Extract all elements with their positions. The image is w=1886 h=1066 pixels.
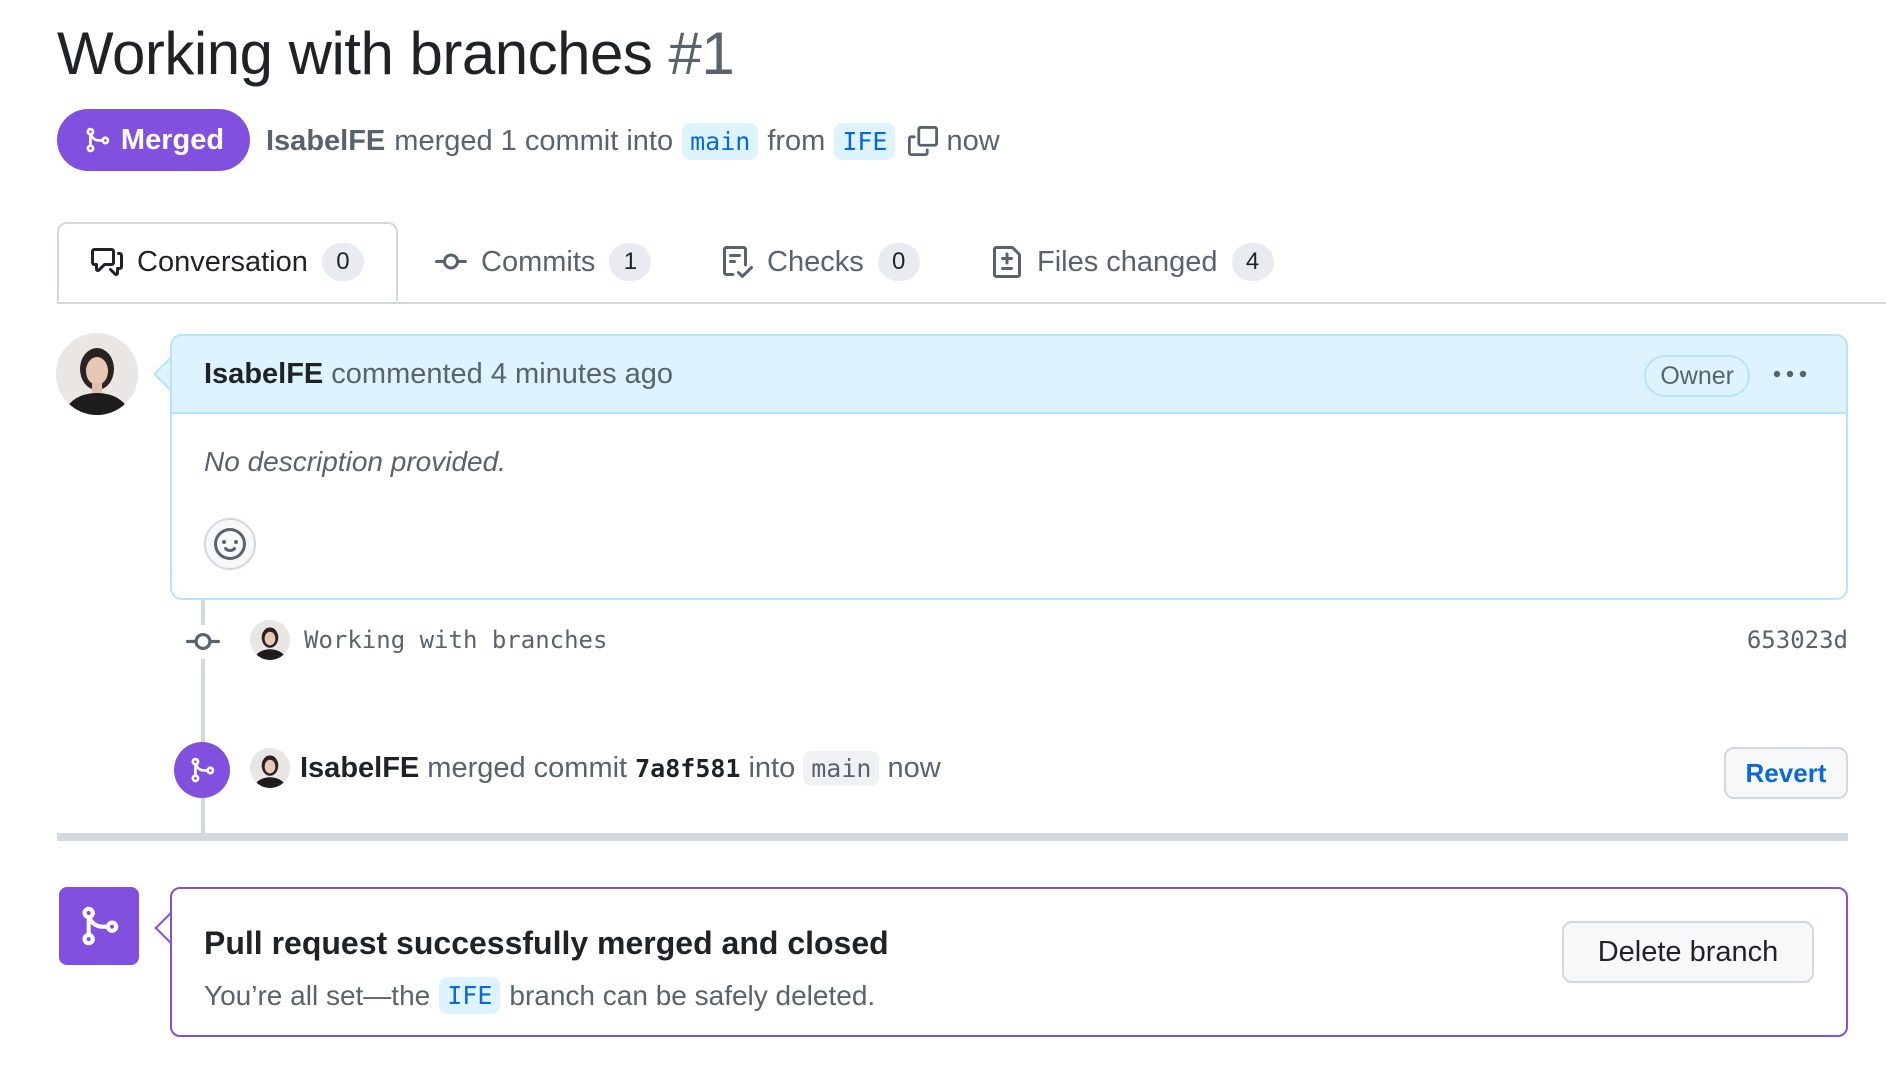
tab-files-changed[interactable]: Files changed 4 — [991, 222, 1274, 302]
tab-label: Checks — [767, 245, 864, 278]
merged-sub-before: You’re all set—the — [204, 979, 431, 1011]
kebab-horizontal-icon — [1773, 370, 1807, 378]
file-diff-icon — [993, 246, 1021, 278]
smiley-icon — [214, 528, 246, 560]
commit-row: Working with branches 653023d — [250, 617, 1848, 663]
delete-branch-button[interactable]: Delete branch — [1562, 921, 1814, 983]
merge-branch[interactable]: main — [803, 750, 880, 786]
timeline-divider — [57, 833, 1848, 841]
tab-label: Files changed — [1037, 245, 1218, 278]
page-title: Working with branches #1 — [57, 14, 735, 94]
comment-author[interactable]: IsabelFE — [204, 358, 323, 391]
tab-commits[interactable]: Commits 1 — [435, 222, 652, 302]
comment-box: IsabelFE commented 4 minutes ago Owner N… — [170, 334, 1848, 600]
merge-author[interactable]: IsabelFE — [300, 752, 419, 785]
checklist-icon — [723, 246, 753, 278]
git-commit-icon — [435, 253, 467, 270]
more-options-button[interactable] — [1770, 356, 1810, 392]
comment-meta[interactable]: commented 4 minutes ago — [331, 358, 673, 391]
merged-heading: Pull request successfully merged and clo… — [204, 925, 889, 961]
merged-sub-after: branch can be safely deleted. — [509, 979, 876, 1011]
merge-summary: merged 1 commit into — [394, 124, 674, 157]
pr-number: #1 — [668, 20, 735, 87]
pr-meta: IsabelFE merged 1 commit into main from … — [266, 118, 1000, 164]
merged-state-badge: Merged — [57, 109, 250, 171]
merged-branch[interactable]: IFE — [439, 977, 501, 1014]
git-merge-icon — [174, 742, 230, 798]
tab-count: 4 — [1231, 243, 1274, 281]
from-word: from — [767, 124, 826, 157]
tab-conversation[interactable]: Conversation 0 — [57, 222, 398, 302]
tab-count: 1 — [609, 243, 652, 281]
pr-time: now — [946, 124, 1000, 157]
commit-sha[interactable]: 653023d — [1747, 626, 1848, 654]
base-branch[interactable]: main — [682, 122, 759, 160]
owner-badge: Owner — [1644, 355, 1750, 397]
pr-title: Working with branches — [57, 20, 653, 87]
add-reaction-button[interactable] — [204, 518, 256, 570]
merge-commit-sha[interactable]: 7a8f581 — [635, 754, 740, 783]
merge-time: now — [887, 751, 941, 784]
comment-header: IsabelFE commented 4 minutes ago Owner — [172, 336, 1846, 414]
merge-text: merged commit — [427, 751, 628, 784]
merged-status-box: Pull request successfully merged and clo… — [170, 887, 1848, 1037]
copy-icon[interactable] — [908, 126, 939, 156]
git-merge-icon — [59, 887, 139, 965]
state-label: Merged — [120, 123, 225, 156]
git-merge-icon — [86, 127, 110, 153]
merged-subtext: You’re all set—the IFE branch can be saf… — [204, 977, 875, 1014]
revert-button[interactable]: Revert — [1724, 747, 1848, 799]
into-word: into — [748, 751, 796, 784]
merge-event: IsabelFE merged commit 7a8f581 into main… — [250, 745, 941, 791]
tab-checks[interactable]: Checks 0 — [721, 222, 920, 302]
comment-discussion-icon — [91, 248, 123, 276]
git-commit-icon — [186, 625, 220, 659]
commit-message[interactable]: Working with branches — [304, 626, 607, 654]
avatar[interactable] — [56, 333, 138, 415]
comment-body: No description provided. — [204, 446, 506, 477]
author-link[interactable]: IsabelFE — [266, 125, 385, 158]
head-branch[interactable]: IFE — [834, 122, 896, 160]
avatar[interactable] — [250, 748, 290, 788]
tab-count: 0 — [877, 243, 920, 281]
pr-tabs: Conversation 0 Commits 1 Checks 0 Files … — [57, 222, 1886, 304]
tab-label: Commits — [481, 245, 596, 278]
avatar[interactable] — [250, 620, 290, 660]
tab-label: Conversation — [137, 245, 308, 278]
tab-count: 0 — [321, 243, 364, 281]
